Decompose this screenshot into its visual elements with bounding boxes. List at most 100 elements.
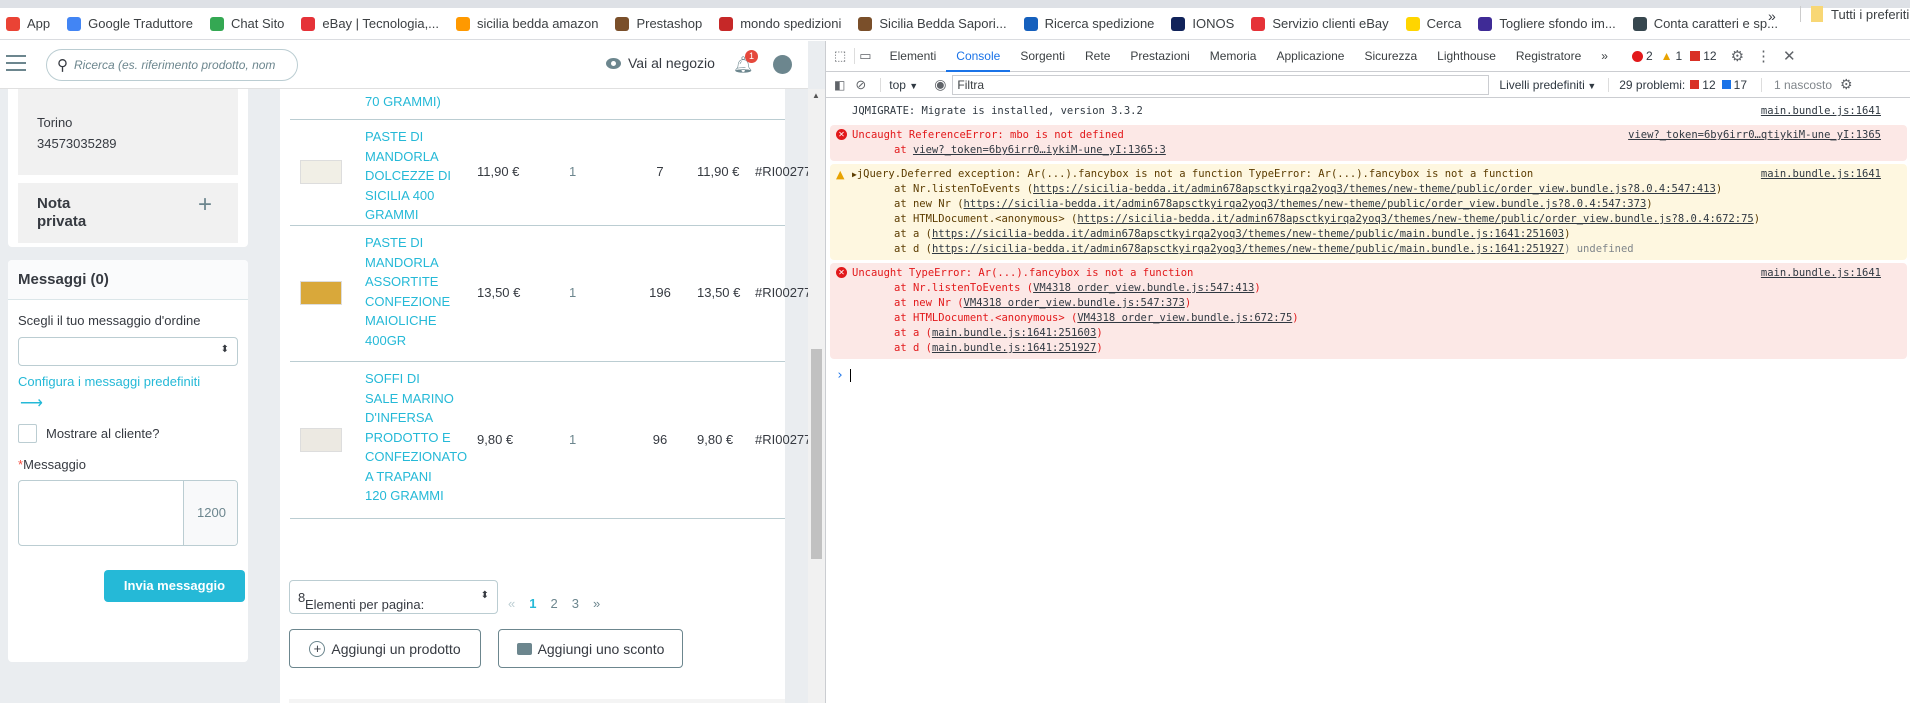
view-shop-link[interactable]: Vai al negozio xyxy=(606,55,715,71)
bookmark-item[interactable]: Ricerca spedizione xyxy=(1023,16,1154,31)
bookmark-item[interactable]: App xyxy=(6,16,50,31)
inspect-icon[interactable]: ⬚ xyxy=(834,48,846,64)
bookmark-item[interactable]: eBay | Tecnologia,... xyxy=(301,16,439,31)
bookmark-item[interactable]: Cerca xyxy=(1405,16,1461,31)
more-tabs-button[interactable]: » xyxy=(1591,41,1618,72)
console-settings-icon[interactable]: ⚙ xyxy=(1840,76,1853,93)
devtools-tab-registratore[interactable]: Registratore xyxy=(1506,41,1591,72)
warning-icon: ▲ xyxy=(836,168,845,181)
bookmark-item[interactable]: mondo spedizioni xyxy=(719,16,841,31)
message-textarea[interactable]: 1200 xyxy=(18,480,238,546)
console-prompt[interactable]: › xyxy=(826,362,1910,383)
menu-icon[interactable] xyxy=(6,55,26,71)
pagination-page-1[interactable]: 1 xyxy=(529,596,536,611)
show-customer-checkbox[interactable] xyxy=(18,424,37,443)
bookmark-item[interactable]: sicilia bedda amazon xyxy=(456,16,598,31)
devtools-tab-sorgenti[interactable]: Sorgenti xyxy=(1010,41,1075,72)
devtools-tab-applicazione[interactable]: Applicazione xyxy=(1266,41,1354,72)
product-name-partial[interactable]: 70 GRAMMI) xyxy=(365,92,441,112)
bookmark-item[interactable]: Conta caratteri e sp... xyxy=(1632,16,1778,31)
devtools-tab-console[interactable]: Console xyxy=(946,41,1011,72)
bookmark-item[interactable]: Chat Sito xyxy=(209,16,285,31)
log-levels-dropdown[interactable]: Livelli predefiniti ▼ xyxy=(1499,78,1596,92)
order-message-select[interactable]: ⬍ xyxy=(18,337,238,366)
devtools-tab-memoria[interactable]: Memoria xyxy=(1200,41,1267,72)
product-reference: #RI00277 xyxy=(755,285,808,300)
stack-frame-link[interactable]: VM4318 order_view.bundle.js:547:413 xyxy=(1033,282,1254,294)
bookmark-item[interactable]: Servizio clienti eBay xyxy=(1251,16,1389,31)
stack-frame-link[interactable]: https://sicilia-bedda.it/admin678apsctky… xyxy=(1033,183,1716,195)
bookmark-item[interactable]: Sicilia Bedda Sapori... xyxy=(858,16,1007,31)
devtools-tab-rete[interactable]: Rete xyxy=(1075,41,1120,72)
bookmark-favicon-icon xyxy=(1251,16,1266,31)
warning-source-link[interactable]: main.bundle.js:1641 xyxy=(1761,167,1881,182)
error-icon xyxy=(1631,50,1643,62)
issue-counter[interactable]: 12 xyxy=(1690,49,1717,63)
console-filter-input[interactable]: Filtra xyxy=(952,74,1490,95)
close-icon[interactable]: ✕ xyxy=(1783,47,1796,65)
devtools-tab-elementi[interactable]: Elementi xyxy=(880,41,947,72)
scrollbar-thumb[interactable] xyxy=(811,349,822,559)
stack-frame-link[interactable]: https://sicilia-bedda.it/admin678apsctky… xyxy=(932,243,1564,255)
sidebar-toggle-icon[interactable]: ◧ xyxy=(834,78,845,92)
user-avatar-icon[interactable] xyxy=(773,55,792,74)
pagination-next[interactable]: » xyxy=(593,596,600,611)
stack-frame-link[interactable]: VM4318 order_view.bundle.js:547:373 xyxy=(964,297,1185,309)
devtools-tab-prestazioni[interactable]: Prestazioni xyxy=(1120,41,1199,72)
bookmark-favicon-icon xyxy=(1023,16,1038,31)
context-select[interactable]: top ▼ xyxy=(880,77,918,92)
product-name-link[interactable]: PASTE DI MANDORLA ASSORTITE CONFEZIONE M… xyxy=(365,233,455,350)
product-name-link[interactable]: SOFFI DI SALE MARINO D'INFERSA PRODOTTO … xyxy=(365,369,467,506)
bookmark-item[interactable]: Togliere sfondo im... xyxy=(1478,16,1616,31)
stack-frame-link[interactable]: main.bundle.js:1641:251603 xyxy=(932,327,1096,339)
bookmarks-overflow-button[interactable]: » xyxy=(1768,8,1776,24)
stack-frame-link[interactable]: main.bundle.js:1641:251927 xyxy=(932,342,1096,354)
stack-frame-link[interactable]: https://sicilia-bedda.it/admin678apsctky… xyxy=(932,228,1564,240)
product-name-link[interactable]: PASTE DI MANDORLA DOLCEZZE DI SICILIA 40… xyxy=(365,127,455,225)
search-input[interactable]: ⚲ Ricerca (es. riferimento prodotto, nom xyxy=(46,49,298,81)
stack-frame-link[interactable]: https://sicilia-bedda.it/admin678apsctky… xyxy=(964,198,1647,210)
pagination-page-3[interactable]: 3 xyxy=(572,596,579,611)
warning-counter[interactable]: ▲ 1 xyxy=(1661,49,1683,63)
bookmark-item[interactable]: Google Traduttore xyxy=(67,16,193,31)
devtools-tab-lighthouse[interactable]: Lighthouse xyxy=(1427,41,1506,72)
kebab-menu-icon[interactable]: ⋮ xyxy=(1756,47,1771,65)
problems-errors[interactable]: 12 xyxy=(1690,78,1716,92)
bookmark-item[interactable]: Prestashop xyxy=(615,16,702,31)
all-bookmarks-folder[interactable]: Tutti i preferiti xyxy=(1800,6,1909,22)
device-toolbar-icon[interactable]: ▭ xyxy=(854,48,872,64)
add-product-button[interactable]: + Aggiungi un prodotto xyxy=(289,629,481,668)
problems-info[interactable]: 17 xyxy=(1721,78,1747,92)
error-counter[interactable]: 2 xyxy=(1631,49,1653,63)
warning-icon: ▲ xyxy=(1660,49,1673,63)
configure-messages-link[interactable]: Configura i messaggi predefiniti xyxy=(18,374,200,389)
scroll-up-icon[interactable]: ▲ xyxy=(812,91,820,100)
issue-count: 12 xyxy=(1703,49,1717,63)
error-source-link[interactable]: main.bundle.js:1641 xyxy=(1761,266,1881,281)
add-discount-button[interactable]: Aggiungi uno sconto xyxy=(498,629,683,668)
pagination-prev[interactable]: « xyxy=(508,596,515,611)
eye-icon xyxy=(606,57,621,69)
clear-console-icon[interactable]: ⊘ xyxy=(855,77,866,93)
bookmark-label: Chat Sito xyxy=(230,16,285,31)
devtools-tab-sicurezza[interactable]: Sicurezza xyxy=(1354,41,1427,72)
product-total: 9,80 € xyxy=(697,431,734,447)
private-note-box[interactable]: Nota privata + xyxy=(18,183,238,243)
stack-frame-link[interactable]: VM4318 order_view.bundle.js:672:75 xyxy=(1077,312,1292,324)
error-source-link[interactable]: view?_token=6by6irr0…qtiykiM-une_yI:1365 xyxy=(1628,128,1881,143)
page-scrollbar[interactable]: ▲ xyxy=(808,89,825,703)
bookmark-item[interactable]: IONOS xyxy=(1171,16,1234,31)
eye-icon[interactable]: ◉ xyxy=(934,76,946,93)
messages-card: Messaggi (0) Scegli il tuo messaggio d'o… xyxy=(8,260,248,662)
arrow-right-icon[interactable]: ⟶ xyxy=(20,393,43,413)
settings-gear-icon[interactable]: ⚙ xyxy=(1731,47,1744,65)
per-page-select[interactable]: 8 ⬍ xyxy=(289,580,498,614)
ticket-icon xyxy=(516,642,532,655)
stack-frame-link[interactable]: https://sicilia-bedda.it/admin678apsctky… xyxy=(1077,213,1753,225)
stack-frame-link[interactable]: view?_token=6by6irr0…iykiM-une_yI:1365:3 xyxy=(913,144,1166,156)
send-message-button[interactable]: Invia messaggio xyxy=(104,570,245,602)
pagination-page-2[interactable]: 2 xyxy=(550,596,557,611)
log-source-link[interactable]: main.bundle.js:1641 xyxy=(1761,104,1881,119)
bookmark-favicon-icon xyxy=(209,16,224,31)
plus-icon[interactable]: + xyxy=(198,191,212,219)
